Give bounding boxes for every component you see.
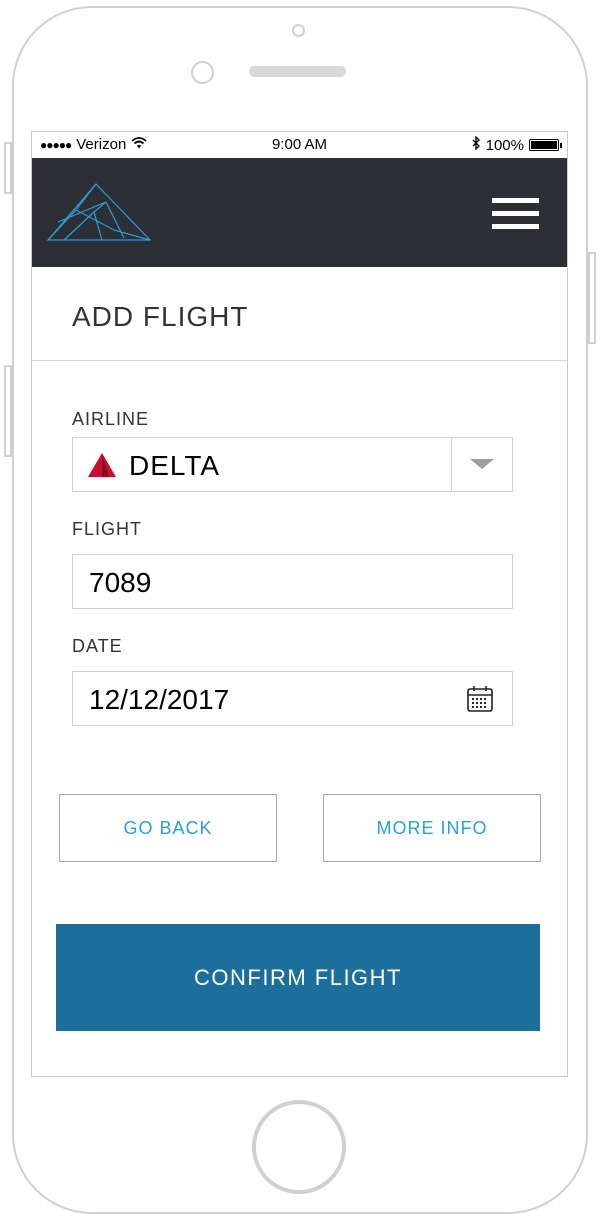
mountain-logo-icon[interactable] xyxy=(46,182,152,247)
earpiece-speaker xyxy=(249,66,346,77)
status-bar: ●●●●● Verizon 9:00 AM 100% xyxy=(32,132,567,158)
airline-value: DELTA xyxy=(129,450,221,481)
menu-line xyxy=(492,211,539,216)
page-title: ADD FLIGHT xyxy=(72,301,249,332)
flight-number-input[interactable]: 7089 xyxy=(72,554,513,609)
proximity-sensor xyxy=(191,61,214,84)
dropdown-divider xyxy=(451,438,452,491)
app-screen: ●●●●● Verizon 9:00 AM 100% ADD FLIGHT AI… xyxy=(31,131,568,1077)
airline-dropdown[interactable]: DELTA xyxy=(72,437,513,492)
battery-icon xyxy=(529,139,562,151)
go-back-button[interactable]: GO BACK xyxy=(59,794,277,862)
power-button xyxy=(588,252,596,344)
date-value: 12/12/2017 xyxy=(89,684,230,715)
flight-number-value: 7089 xyxy=(89,567,152,598)
more-info-button[interactable]: MORE INFO xyxy=(323,794,541,862)
battery-percent: 100% xyxy=(485,136,524,154)
mute-switch xyxy=(4,142,12,194)
hamburger-menu-icon[interactable] xyxy=(492,198,539,232)
chevron-down-icon[interactable] xyxy=(470,459,494,469)
home-button[interactable] xyxy=(252,1100,346,1194)
app-header xyxy=(32,158,567,267)
calendar-icon[interactable] xyxy=(466,685,494,718)
page-title-section: ADD FLIGHT xyxy=(32,267,567,361)
menu-line xyxy=(492,224,539,229)
menu-line xyxy=(492,198,539,203)
date-input[interactable]: 12/12/2017 xyxy=(72,671,513,726)
confirm-flight-button[interactable]: CONFIRM FLIGHT xyxy=(56,924,540,1031)
delta-logo-icon xyxy=(87,452,117,483)
airline-label: AIRLINE xyxy=(72,409,150,429)
flight-label: FLIGHT xyxy=(72,519,143,539)
volume-button xyxy=(4,365,12,457)
front-camera xyxy=(292,24,305,37)
date-label: DATE xyxy=(72,636,123,656)
bluetooth-icon xyxy=(471,135,481,154)
